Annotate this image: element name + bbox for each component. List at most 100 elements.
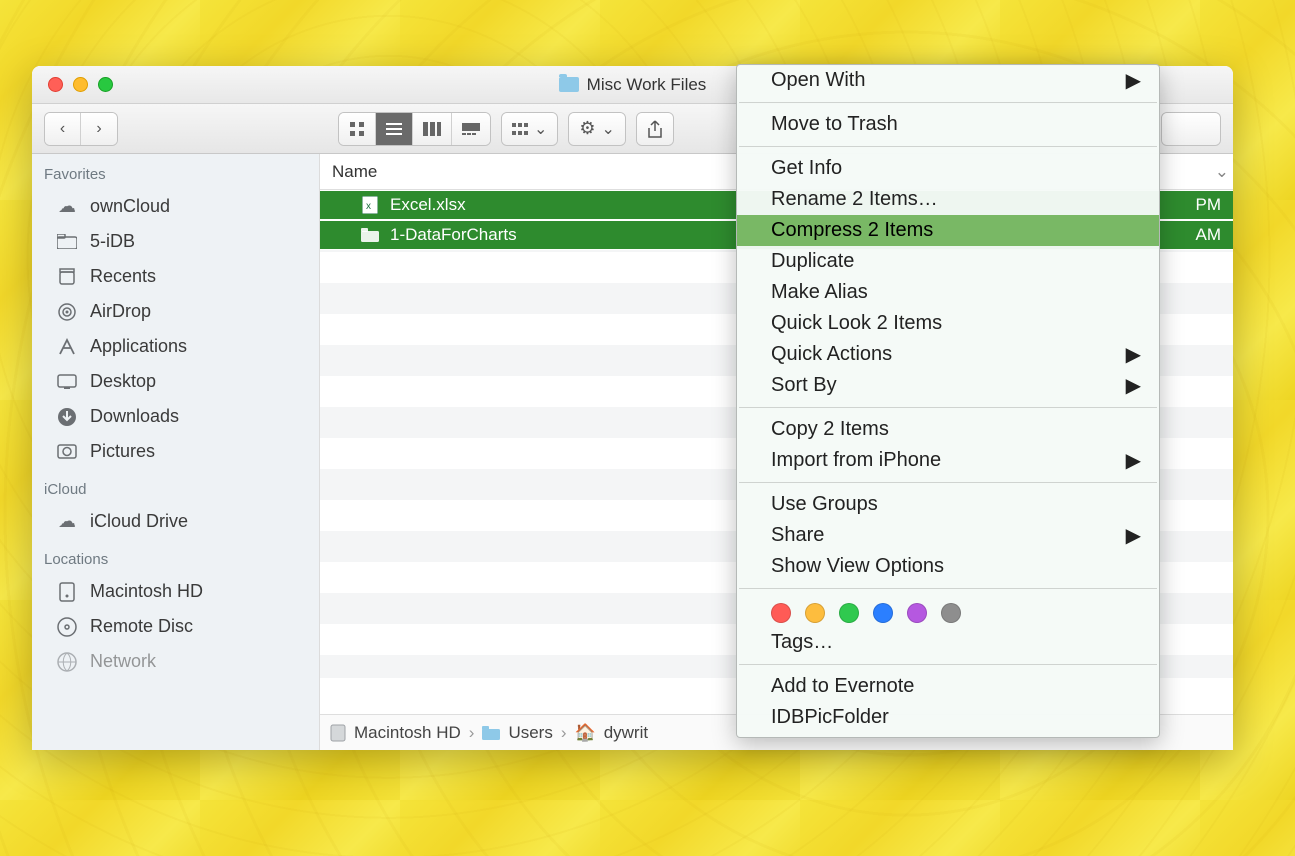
menu-separator xyxy=(739,482,1157,483)
menu-item-show-view-options[interactable]: Show View Options xyxy=(737,551,1159,582)
path-crumb[interactable]: Macintosh HD› xyxy=(330,723,474,743)
globe-icon xyxy=(56,652,78,672)
menu-item-sort-by[interactable]: Sort By ▶ xyxy=(737,370,1159,401)
chevron-right-icon: › xyxy=(96,120,101,138)
sidebar-item-recents[interactable]: Recents xyxy=(32,259,319,294)
menu-item-label: Compress 2 Items xyxy=(771,219,933,242)
action-button[interactable]: ⚙︎⌄ xyxy=(569,113,625,145)
menu-item-tags[interactable]: Tags… xyxy=(737,627,1159,658)
submenu-arrow-icon: ▶ xyxy=(1126,448,1141,473)
submenu-arrow-icon: ▶ xyxy=(1126,373,1141,398)
view-switcher xyxy=(338,112,491,146)
menu-item-import-iphone[interactable]: Import from iPhone▶ xyxy=(737,445,1159,476)
tag-gray[interactable] xyxy=(941,603,961,623)
menu-separator xyxy=(739,664,1157,665)
list-view-button[interactable] xyxy=(376,113,413,145)
excel-file-icon: x xyxy=(360,196,380,214)
menu-item-label: Copy 2 Items xyxy=(771,418,889,441)
file-name: 1-DataForCharts xyxy=(390,225,517,245)
recents-icon xyxy=(56,267,78,287)
menu-item-duplicate[interactable]: Duplicate xyxy=(737,246,1159,277)
tag-green[interactable] xyxy=(839,603,859,623)
menu-item-label: Open With xyxy=(771,69,865,92)
hdd-icon xyxy=(56,582,78,602)
sidebar-item-remote-disc[interactable]: Remote Disc xyxy=(32,609,319,644)
forward-button[interactable]: › xyxy=(81,113,117,145)
search-field[interactable] xyxy=(1162,113,1220,145)
back-button[interactable]: ‹ xyxy=(45,113,81,145)
menu-item-copy[interactable]: Copy 2 Items xyxy=(737,414,1159,445)
sidebar-item-applications[interactable]: Applications xyxy=(32,329,319,364)
traffic-lights xyxy=(48,77,113,92)
menu-item-label: Get Info xyxy=(771,157,842,180)
menu-item-quick-actions[interactable]: Quick Actions▶ xyxy=(737,339,1159,370)
path-crumb[interactable]: Users› xyxy=(482,723,566,743)
icon-view-button[interactable] xyxy=(339,113,376,145)
menu-item-share[interactable]: Share▶ xyxy=(737,520,1159,551)
folder-icon xyxy=(360,226,380,244)
arrange-button[interactable]: ⌄ xyxy=(502,113,557,145)
sidebar-item-owncloud[interactable]: ☁︎ownCloud xyxy=(32,189,319,224)
group-by[interactable]: ⌄ xyxy=(501,112,558,146)
sidebar-section-locations: Locations xyxy=(32,539,319,574)
path-crumb[interactable]: 🏠 dywrit xyxy=(575,723,649,743)
column-view-button[interactable] xyxy=(413,113,452,145)
menu-item-label: Share xyxy=(771,524,824,547)
menu-item-make-alias[interactable]: Make Alias xyxy=(737,277,1159,308)
menu-item-label: Move to Trash xyxy=(771,113,898,136)
menu-item-move-to-trash[interactable]: Move to Trash xyxy=(737,109,1159,140)
context-menu: Open With ▶ Move to Trash Get Info Rename… xyxy=(736,64,1160,738)
svg-text:x: x xyxy=(366,201,371,212)
menu-item-idbpicfolder[interactable]: IDBPicFolder xyxy=(737,702,1159,733)
downloads-icon xyxy=(56,407,78,427)
sidebar-section-favorites: Favorites xyxy=(32,154,319,189)
hdd-icon xyxy=(330,724,346,742)
sidebar-item-airdrop[interactable]: AirDrop xyxy=(32,294,319,329)
menu-item-quick-look[interactable]: Quick Look 2 Items xyxy=(737,308,1159,339)
minimize-window-button[interactable] xyxy=(73,77,88,92)
close-window-button[interactable] xyxy=(48,77,63,92)
share-menu[interactable] xyxy=(636,112,674,146)
gallery-view-button[interactable] xyxy=(452,113,490,145)
sidebar-item-icloud-drive[interactable]: ☁︎iCloud Drive xyxy=(32,504,319,539)
sidebar-item-pictures[interactable]: Pictures xyxy=(32,434,319,469)
submenu-arrow-icon: ▶ xyxy=(1126,68,1141,93)
tag-red[interactable] xyxy=(771,603,791,623)
tag-purple[interactable] xyxy=(907,603,927,623)
grid-small-icon xyxy=(512,123,528,135)
sidebar-item-network[interactable]: Network xyxy=(32,644,319,679)
sidebar-item-desktop[interactable]: Desktop xyxy=(32,364,319,399)
tag-yellow[interactable] xyxy=(805,603,825,623)
list-icon xyxy=(386,122,402,136)
sidebar-item-5idb[interactable]: 5-iDB xyxy=(32,224,319,259)
path-crumb-label: Macintosh HD xyxy=(354,723,461,743)
tag-color-row xyxy=(737,595,1159,627)
file-date: AM xyxy=(1196,225,1222,245)
sidebar-item-macintosh-hd[interactable]: Macintosh HD xyxy=(32,574,319,609)
airdrop-icon xyxy=(56,302,78,322)
menu-item-use-groups[interactable]: Use Groups xyxy=(737,489,1159,520)
sidebar-item-downloads[interactable]: Downloads xyxy=(32,399,319,434)
tag-blue[interactable] xyxy=(873,603,893,623)
menu-separator xyxy=(739,588,1157,589)
menu-item-open-with[interactable]: Open With ▶ xyxy=(737,65,1159,96)
search-area[interactable] xyxy=(1161,112,1221,146)
action-menu[interactable]: ⚙︎⌄ xyxy=(568,112,626,146)
menu-item-label: Add to Evernote xyxy=(771,675,914,698)
menu-item-rename[interactable]: Rename 2 Items… xyxy=(737,184,1159,215)
nav-buttons: ‹ › xyxy=(44,112,118,146)
menu-item-get-info[interactable]: Get Info xyxy=(737,153,1159,184)
file-name: Excel.xlsx xyxy=(390,195,466,215)
menu-item-compress[interactable]: Compress 2 Items xyxy=(737,215,1159,246)
chevron-down-icon[interactable]: ⌄ xyxy=(1215,162,1229,182)
share-button[interactable] xyxy=(637,113,673,145)
cloud-icon: ☁︎ xyxy=(56,512,78,532)
zoom-window-button[interactable] xyxy=(98,77,113,92)
chevron-left-icon: ‹ xyxy=(60,120,65,138)
applications-icon xyxy=(56,337,78,357)
menu-item-add-to-evernote[interactable]: Add to Evernote xyxy=(737,671,1159,702)
menu-item-label: Sort By xyxy=(771,374,837,397)
sidebar-section-icloud: iCloud xyxy=(32,469,319,504)
menu-item-label: Quick Actions xyxy=(771,343,892,366)
gear-icon: ⚙︎ xyxy=(579,118,595,139)
